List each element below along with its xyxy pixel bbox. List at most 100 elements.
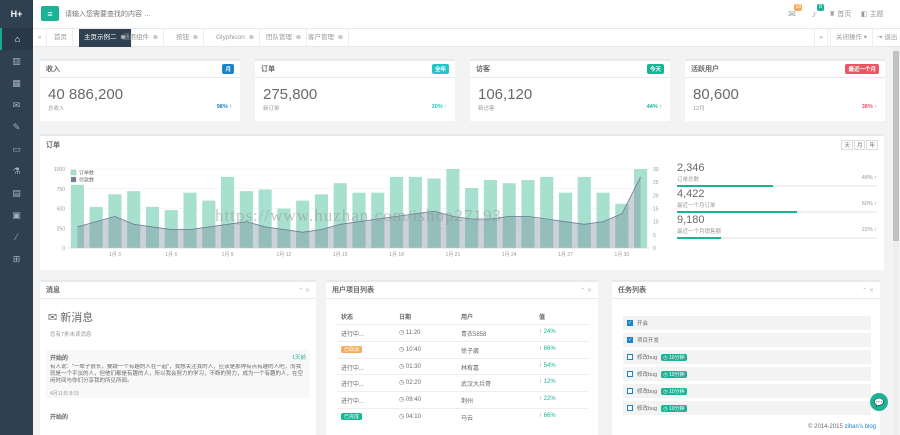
task-item[interactable]: 修改bug ◷ 10分钟 [623, 367, 871, 381]
collapse-icon[interactable]: ⌃ [862, 288, 867, 294]
task-checkbox[interactable] [627, 388, 633, 394]
x-tick-label: 1月 21 [446, 252, 461, 258]
task-checkbox[interactable] [627, 405, 633, 411]
stat-card: 访客 今天 106,120 新访客 44% ↑ [470, 59, 670, 121]
time-value: 09:40 [405, 397, 421, 404]
period-day-button[interactable]: 天 [841, 139, 853, 150]
y-left-tick-label: 750 [57, 187, 66, 193]
period-year-button[interactable]: 年 [866, 139, 878, 150]
tab-close-icon[interactable]: ⊗ [247, 34, 254, 41]
user-cell: 林宥嘉 [461, 365, 480, 372]
task-time-value: 10分钟 [668, 388, 685, 395]
stat-period-badge: 月 [222, 64, 234, 74]
task-checkbox[interactable] [627, 371, 633, 377]
brand-logo[interactable]: H+ [0, 0, 33, 28]
x-tick-label: 1月 15 [333, 252, 348, 258]
tabs-scroll-right-button[interactable]: » [814, 29, 828, 47]
tab-item-4[interactable]: Glyphicon ⊗ [211, 29, 261, 47]
tab-ops-dropdown[interactable]: 关闭操作 ▾ [830, 29, 874, 47]
chat-float-button[interactable]: 💬 [870, 393, 888, 411]
sitemap-icon[interactable]: ⊞ [0, 248, 33, 270]
task-item[interactable]: 修改bug ◷ 10分钟 [623, 350, 871, 364]
tab-item-5[interactable]: 团队管理 ⊗ [261, 29, 308, 47]
footer-link[interactable]: zihan's blog [845, 424, 877, 430]
stat-title: 收入 [46, 66, 60, 73]
desktop-icon[interactable]: ▭ [0, 138, 33, 160]
table-row[interactable]: 进行中... ◷ 01:30 林宥嘉 ↑ 54% [337, 357, 589, 374]
task-item[interactable]: 修改bug ◷ 10分钟 [623, 384, 871, 398]
user-cell: 武汉大兵哥 [461, 382, 492, 389]
message-time-ago: 1天前 [291, 355, 306, 361]
theme-link[interactable]: 主题 [870, 9, 884, 19]
message-author-next[interactable]: 开始的 [50, 412, 68, 421]
tab-close-icon[interactable]: ⊗ [294, 34, 301, 41]
envelope-icon[interactable]: ✉ 16 [786, 4, 802, 20]
table-row[interactable]: 已完成 ◷ 04:10 马云 ↑ 66% [337, 408, 589, 424]
stat-subtitle: 12月 [693, 106, 705, 112]
chart-icon[interactable]: ▦ [0, 72, 33, 94]
envelope-icon[interactable]: ✉ [0, 94, 33, 116]
task-item[interactable]: 修改bug ◷ 10分钟 [623, 401, 871, 415]
side-stat-progress [677, 237, 877, 239]
tabs-scroll-left-button[interactable]: « [33, 29, 47, 47]
tab-close-icon[interactable]: ⊗ [191, 34, 198, 41]
side-stat-value: 2,346 [677, 162, 705, 174]
message-author[interactable]: 开始的 [50, 353, 68, 362]
trend-icon: ↑ [657, 104, 662, 110]
y-right-tick-label: 20 [653, 193, 659, 199]
task-item[interactable]: ✓ 项目开发 [623, 333, 871, 347]
edit-icon[interactable]: ✎ [0, 116, 33, 138]
table-row[interactable]: 进行中... ◷ 11:20 青衣5858 ↑ 24% [337, 324, 589, 340]
close-icon[interactable]: ✕ [587, 288, 592, 294]
tab-home[interactable]: 首页 [49, 29, 73, 47]
side-stat-percent: 22% ↑ [862, 227, 877, 235]
close-icon[interactable]: ✕ [305, 288, 310, 294]
home-icon[interactable]: ⌂ [0, 28, 33, 50]
stat-title: 订单 [261, 66, 275, 73]
tab-item-2[interactable]: 通用组件 ⊗ [118, 29, 165, 47]
stat-percent-value: 20% [431, 104, 443, 110]
collapse-icon[interactable]: ⌃ [298, 288, 303, 294]
picture-icon[interactable]: ▣ [0, 204, 33, 226]
task-time-badge: ◷ 10分钟 [661, 404, 687, 412]
columns-icon[interactable]: ▥ [0, 50, 33, 72]
message-item[interactable]: 开始的 1天前 有人说：“一辈子很长，要跟一个有趣的人在一起”，我想关注我的人，… [46, 350, 310, 398]
table-row[interactable]: 进行中... ◷ 02:20 武汉大兵哥 ↑ 12% [337, 374, 589, 390]
side-stat-percent: 60% ↑ [862, 201, 877, 209]
logout-link[interactable]: ⇥ 退出 [872, 29, 900, 47]
x-tick-label: 1月 12 [277, 252, 292, 258]
close-icon[interactable]: ✕ [869, 288, 874, 294]
time-value: 10:40 [405, 346, 421, 353]
collapse-icon[interactable]: ⌃ [580, 288, 585, 294]
task-checkbox[interactable]: ✓ [627, 337, 633, 343]
tab-item-3[interactable]: 按钮 ⊗ [171, 29, 205, 47]
stat-subtitle: 新订单 [263, 106, 280, 112]
stat-title: 活跃用户 [691, 66, 719, 73]
search-input[interactable] [65, 7, 265, 21]
flask-icon[interactable]: ⚗ [0, 160, 33, 182]
home-nav-link[interactable]: 首页 [837, 9, 851, 19]
menu-toggle-button[interactable]: ≡ [41, 6, 59, 21]
stat-percent-value: 38% [861, 104, 873, 110]
magic-icon[interactable]: ⁄ [0, 226, 33, 248]
tab-close-icon[interactable]: ⊗ [151, 34, 158, 41]
y-right-tick-label: 25 [653, 180, 659, 186]
period-month-button[interactable]: 月 [853, 139, 866, 150]
task-checkbox[interactable]: ✓ [627, 320, 633, 326]
messages-title: 消息 [46, 287, 60, 294]
task-item[interactable]: ✓ 开会 [623, 316, 871, 330]
bell-icon[interactable]: ♪ 8 [808, 4, 824, 20]
scrollbar[interactable] [893, 47, 899, 435]
tab-label: 主页示例二 [84, 34, 117, 41]
theme-icon: ◧ [861, 11, 868, 18]
y-left-tick-label: 250 [57, 226, 66, 232]
stat-subtitle: 新访客 [478, 106, 495, 112]
value-number: 54% [543, 362, 556, 369]
y-left-tick-label: 1000 [54, 167, 65, 173]
tab-item-6[interactable]: 客户管理 ⊗ [303, 29, 350, 47]
table-row[interactable]: 已取消 ◷ 10:40 徐子崴 ↑ 66% [337, 340, 589, 357]
tab-close-icon[interactable]: ⊗ [336, 34, 343, 41]
table-icon[interactable]: ▤ [0, 182, 33, 204]
task-checkbox[interactable] [627, 354, 633, 360]
table-row[interactable]: 进行中... ◷ 09:40 荆州 ↑ 22% [337, 391, 589, 407]
